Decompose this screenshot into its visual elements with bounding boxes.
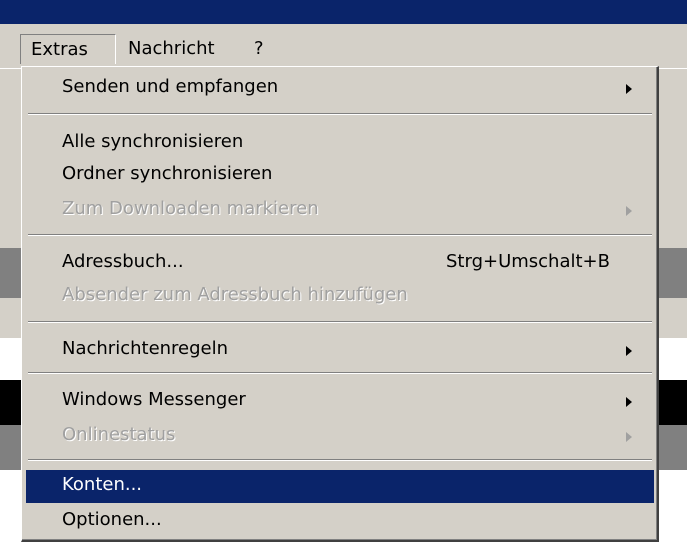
- menu-item-label: Optionen...: [62, 509, 162, 530]
- menu-item-label: Nachrichtenregeln: [62, 338, 229, 359]
- submenu-arrow-icon: [626, 346, 632, 356]
- extras-dropdown-menu: Senden und empfangen Alle synchronisiere…: [21, 66, 659, 542]
- menu-separator: [28, 321, 652, 323]
- menu-item-konten[interactable]: Konten...: [26, 470, 654, 503]
- submenu-arrow-icon: [626, 397, 632, 407]
- menu-item-label: Senden und empfangen: [62, 76, 279, 97]
- menu-item-label: Alle synchronisieren: [62, 131, 244, 152]
- menu-item-alle-synchronisieren[interactable]: Alle synchronisieren: [26, 127, 654, 160]
- menu-item-zum-downloaden-markieren[interactable]: Zum Downloaden markieren: [26, 194, 654, 227]
- submenu-arrow-icon: [626, 84, 632, 94]
- menu-nachricht[interactable]: Nachricht: [118, 34, 225, 64]
- menu-item-label: Konten...: [62, 474, 143, 495]
- menu-item-nachrichtenregeln[interactable]: Nachrichtenregeln: [26, 334, 654, 367]
- menu-separator: [28, 459, 652, 461]
- menu-item-label: Windows Messenger: [62, 389, 246, 410]
- menu-item-windows-messenger[interactable]: Windows Messenger: [26, 385, 654, 418]
- menu-item-absender-zum-adressbuch[interactable]: Absender zum Adressbuch hinzufügen: [26, 280, 654, 313]
- menu-item-label: Adressbuch...: [62, 251, 184, 272]
- title-bar: [0, 0, 687, 24]
- menu-separator: [28, 372, 652, 374]
- menu-item-onlinestatus[interactable]: Onlinestatus: [26, 420, 654, 453]
- menu-item-label: Onlinestatus: [62, 424, 176, 445]
- menu-separator: [28, 234, 652, 236]
- menu-item-ordner-synchronisieren[interactable]: Ordner synchronisieren: [26, 159, 654, 192]
- menu-item-adressbuch[interactable]: Adressbuch... Strg+Umschalt+B: [26, 247, 654, 280]
- menu-item-label: Zum Downloaden markieren: [62, 198, 319, 219]
- menu-item-senden-und-empfangen[interactable]: Senden und empfangen: [26, 72, 654, 105]
- shortcut-label: Strg+Umschalt+B: [446, 251, 610, 272]
- menu-item-label: Absender zum Adressbuch hinzufügen: [62, 284, 408, 305]
- submenu-arrow-icon: [626, 206, 632, 216]
- submenu-arrow-icon: [626, 432, 632, 442]
- menu-item-label: Ordner synchronisieren: [62, 163, 273, 184]
- menu-extras[interactable]: Extras: [20, 34, 116, 64]
- menu-item-optionen[interactable]: Optionen...: [26, 505, 654, 538]
- menu-help[interactable]: ?: [244, 34, 274, 64]
- menu-separator: [28, 113, 652, 115]
